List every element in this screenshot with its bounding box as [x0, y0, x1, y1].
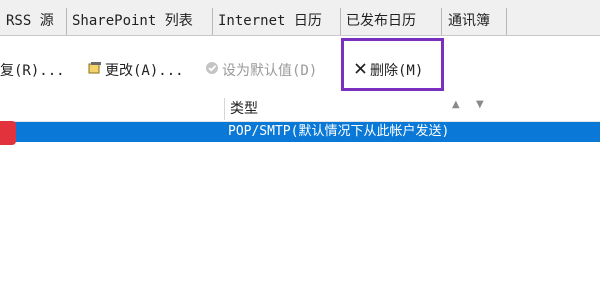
- tab-address-books[interactable]: 通讯簿: [448, 9, 490, 34]
- repair-label: 修复(R)...: [0, 63, 65, 79]
- table-row[interactable]: POP/SMTP(默认情况下从此帐户发送): [0, 122, 600, 142]
- change-icon: [88, 59, 102, 83]
- repair-button[interactable]: 修复(R)...: [0, 59, 65, 83]
- tab-sharepoint-lists[interactable]: SharePoint 列表: [72, 9, 193, 34]
- set-default-label: 设为默认值(D): [222, 63, 318, 79]
- table-header: 类型: [0, 98, 600, 120]
- column-divider: [224, 98, 225, 120]
- tab-published-calendars[interactable]: 已发布日历: [346, 9, 416, 34]
- change-label: 更改(A)...: [105, 63, 184, 79]
- tab-separator: [212, 8, 213, 36]
- checkmark-circle-icon: [205, 59, 219, 83]
- tab-separator: [66, 8, 67, 36]
- tab-separator: [340, 8, 341, 36]
- account-toolbar: 修复(R)... 更改(A)... 设为默认值(D) 删除(M) ▲ ▼: [0, 36, 600, 110]
- set-default-button[interactable]: 设为默认值(D): [205, 59, 317, 83]
- change-button[interactable]: 更改(A)...: [88, 59, 184, 83]
- tab-rss-feeds[interactable]: RSS 源: [6, 9, 54, 34]
- tab-internet-calendars[interactable]: Internet 日历: [218, 9, 322, 34]
- tab-separator: [506, 8, 507, 36]
- tab-separator: [441, 8, 442, 36]
- account-settings-tabbar: RSS 源 SharePoint 列表 Internet 日历 已发布日历 通讯…: [0, 0, 600, 36]
- delete-highlight-box: [341, 38, 444, 91]
- account-type-cell: POP/SMTP(默认情况下从此帐户发送): [228, 124, 450, 139]
- account-marker: [0, 121, 16, 145]
- column-header-type[interactable]: 类型: [230, 98, 258, 120]
